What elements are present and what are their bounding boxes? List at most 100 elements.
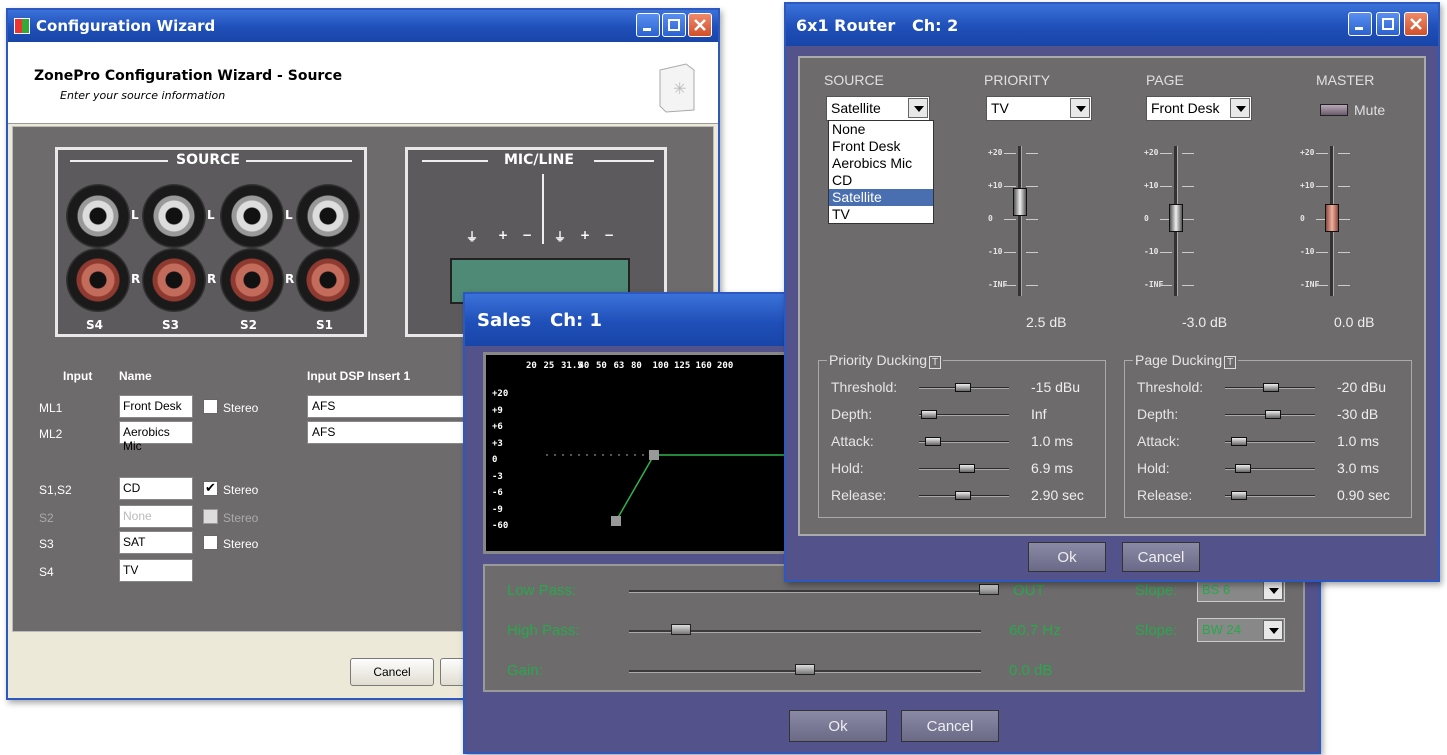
stereo-checkbox[interactable] <box>203 399 218 414</box>
param-slider-thumb[interactable] <box>1231 491 1247 500</box>
close-button[interactable] <box>1404 12 1428 36</box>
cancel-button[interactable]: Cancel <box>350 658 434 686</box>
param-label: Release: <box>831 487 887 503</box>
maximize-button[interactable] <box>662 13 686 37</box>
source-option[interactable]: TV <box>829 206 933 223</box>
param-slider-thumb[interactable] <box>955 383 971 392</box>
name-field[interactable]: TV <box>119 559 193 582</box>
page-heading: PAGE <box>1146 72 1184 88</box>
fader-tick <box>1004 285 1016 286</box>
param-slider-thumb[interactable] <box>921 410 937 419</box>
cancel-button[interactable]: Cancel <box>901 710 999 742</box>
chevron-down-icon <box>1070 98 1090 118</box>
name-field[interactable]: None <box>119 505 193 528</box>
high-pass-slope-select[interactable]: BW 24 <box>1197 618 1285 642</box>
param-slider-thumb[interactable] <box>925 437 941 446</box>
input-label: S1,S2 <box>39 483 72 497</box>
input-label: S4 <box>39 565 54 579</box>
param-slider-thumb[interactable] <box>1231 437 1247 446</box>
high-pass-thumb[interactable] <box>671 624 691 635</box>
close-button[interactable] <box>688 13 712 37</box>
param-slider-thumb[interactable] <box>955 491 971 500</box>
fader-tick <box>1004 186 1016 187</box>
fader-scale-label: +20 <box>1144 148 1159 157</box>
mute-label: Mute <box>1354 102 1386 118</box>
wizard-subheading: Enter your source information <box>60 89 226 102</box>
low-pass-slider[interactable] <box>629 590 989 593</box>
param-slider-thumb[interactable] <box>1263 383 1279 392</box>
name-field[interactable]: Aerobics Mic <box>119 421 193 453</box>
param-value: 6.9 ms <box>1031 460 1074 476</box>
filter-controls: Low Pass: OUT Slope: BS 6 High Pass: 60.… <box>483 564 1305 692</box>
eq-node[interactable] <box>611 516 621 526</box>
dsp-select[interactable]: AFS <box>307 395 477 418</box>
terminal-label: + <box>498 228 509 242</box>
param-value: -30 dB <box>1337 406 1379 422</box>
mute-button[interactable] <box>1320 104 1348 116</box>
cancel-button[interactable]: Cancel <box>1122 542 1200 572</box>
low-pass-slope-label: Slope: <box>1135 582 1178 599</box>
page-ducking-title: Page Ducking T <box>1133 352 1239 369</box>
source-option-selected[interactable]: Satellite <box>829 189 933 206</box>
fader-tick <box>1160 285 1172 286</box>
ok-button[interactable]: Ok <box>789 710 887 742</box>
low-pass-thumb[interactable] <box>979 584 999 595</box>
maximize-button[interactable] <box>1376 12 1400 36</box>
source-option[interactable]: None <box>829 121 933 138</box>
name-field[interactable]: SAT <box>119 531 193 554</box>
router-body: SOURCE PRIORITY PAGE MASTER Satellite TV… <box>798 56 1426 536</box>
input-label: ML2 <box>39 427 63 441</box>
router-title: 6x1 Router Ch: 2 <box>796 15 959 35</box>
source-panel-title: SOURCE <box>176 152 240 168</box>
router-title-bar[interactable]: 6x1 Router Ch: 2 <box>786 4 1438 46</box>
stereo-checkbox[interactable] <box>203 535 218 550</box>
minimize-button[interactable] <box>1348 12 1372 36</box>
fader-tick <box>1316 153 1328 154</box>
slot-label: S3 <box>162 318 179 332</box>
eq-node[interactable] <box>649 450 659 460</box>
gain-thumb[interactable] <box>795 664 815 675</box>
high-pass-value: 60.7 Hz <box>1009 622 1061 639</box>
t-icon[interactable]: T <box>929 356 942 369</box>
fader-tick <box>1160 186 1172 187</box>
fader-tick <box>1026 153 1038 154</box>
dsp-select[interactable]: AFS <box>307 421 477 444</box>
priority-fader-track[interactable] <box>1018 146 1022 296</box>
fader-tick <box>1026 219 1038 220</box>
ok-button[interactable]: Ok <box>1028 542 1106 572</box>
param-slider-thumb[interactable] <box>959 464 975 473</box>
source-option[interactable]: Front Desk <box>829 138 933 155</box>
param-label: Depth: <box>831 406 873 422</box>
priority-select[interactable]: TV <box>986 96 1092 121</box>
page-select[interactable]: Front Desk <box>1146 96 1252 121</box>
master-fader-thumb[interactable] <box>1325 204 1339 232</box>
gain-value: 0.0 dB <box>1009 662 1053 679</box>
stereo-checkbox[interactable] <box>203 509 218 524</box>
page-fader-thumb[interactable] <box>1169 204 1183 232</box>
t-icon[interactable]: T <box>1224 356 1237 369</box>
fader-tick <box>1316 252 1328 253</box>
chevron-down-icon <box>1263 580 1283 600</box>
source-dropdown-list: None Front Desk Aerobics Mic CD Satellit… <box>828 120 934 224</box>
source-option[interactable]: Aerobics Mic <box>829 155 933 172</box>
sales-title: Sales Ch: 1 <box>477 309 603 331</box>
terminal-label: − <box>604 228 615 242</box>
minimize-button[interactable] <box>636 13 660 37</box>
name-field[interactable]: Front Desk <box>119 395 193 418</box>
name-field[interactable]: CD <box>119 477 193 500</box>
param-value: 1.0 ms <box>1031 433 1074 449</box>
param-slider-thumb[interactable] <box>1265 410 1281 419</box>
page-select-value: Front Desk <box>1151 100 1220 116</box>
fader-tick <box>1026 285 1038 286</box>
gain-label: Gain: <box>507 662 543 679</box>
wizard-title-bar[interactable]: Configuration Wizard <box>8 10 718 42</box>
source-select[interactable]: Satellite <box>826 96 930 121</box>
priority-fader-thumb[interactable] <box>1013 188 1027 216</box>
fader-tick <box>1338 186 1350 187</box>
stereo-checkbox[interactable]: ✔ <box>203 481 218 496</box>
param-slider-thumb[interactable] <box>1235 464 1251 473</box>
param-value: 0.90 sec <box>1337 487 1390 503</box>
fader-scale-label: +20 <box>988 148 1003 157</box>
svg-text:✳: ✳ <box>673 79 686 98</box>
source-option[interactable]: CD <box>829 172 933 189</box>
